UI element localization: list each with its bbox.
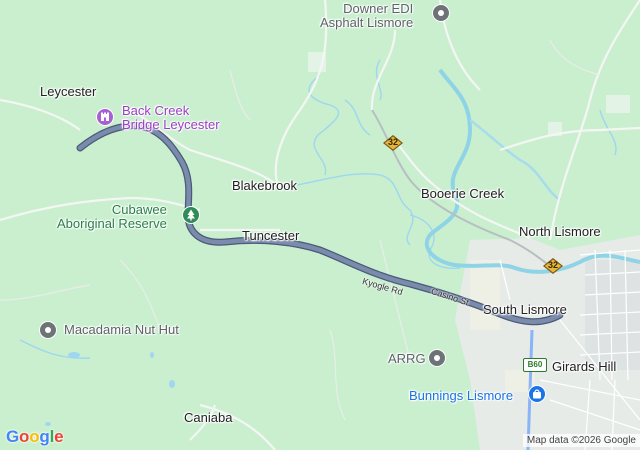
place-girards-hill[interactable]: Girards Hill: [552, 359, 616, 374]
place-blakebrook[interactable]: Blakebrook: [232, 178, 297, 193]
poi-back-creek-line1: Back Creek: [122, 103, 190, 118]
pin-icon[interactable]: [428, 349, 446, 367]
place-south-lismore[interactable]: South Lismore: [483, 302, 567, 317]
map-canvas[interactable]: 32 32 B60 Kyogle Rd Casino St Leycester …: [0, 0, 640, 450]
google-logo[interactable]: Google: [6, 427, 64, 447]
poi-bunnings-label[interactable]: Bunnings Lismore: [409, 388, 513, 403]
tree-icon[interactable]: [182, 206, 200, 224]
route-32-label: 32: [387, 137, 398, 147]
poi-back-creek-line2: Bridge Leycester: [122, 117, 220, 132]
shopping-bag-icon[interactable]: [528, 385, 546, 403]
poi-macadamia-label[interactable]: Macadamia Nut Hut: [64, 323, 179, 337]
poi-cubawee-label[interactable]: Cubawee Aboriginal Reserve: [57, 203, 167, 231]
place-north-lismore[interactable]: North Lismore: [519, 224, 601, 239]
place-booerie-creek[interactable]: Booerie Creek: [421, 186, 504, 201]
route-32-label: 32: [547, 260, 558, 270]
landmark-icon[interactable]: [96, 108, 114, 126]
place-tuncester[interactable]: Tuncester: [242, 228, 299, 243]
pin-icon[interactable]: [432, 4, 450, 22]
map-attribution[interactable]: Map data ©2026 Google: [522, 434, 640, 447]
b60-shield: B60: [523, 358, 547, 372]
poi-cubawee-line1: Cubawee: [111, 202, 167, 217]
poi-downer-label[interactable]: Downer EDI Asphalt Lismore: [320, 2, 413, 30]
poi-cubawee-line2: Aboriginal Reserve: [57, 216, 167, 231]
route-32-shield-north: 32: [383, 135, 403, 151]
poi-back-creek-label[interactable]: Back Creek Bridge Leycester: [122, 104, 220, 132]
poi-arrg-label[interactable]: ARRG: [388, 352, 426, 366]
poi-downer-line2: Asphalt Lismore: [320, 15, 414, 30]
place-leycester[interactable]: Leycester: [40, 84, 96, 99]
place-caniaba[interactable]: Caniaba: [184, 410, 232, 425]
poi-downer-line1: Downer EDI: [343, 1, 414, 16]
route-32-shield-south: 32: [543, 258, 563, 274]
pin-icon[interactable]: [39, 321, 57, 339]
